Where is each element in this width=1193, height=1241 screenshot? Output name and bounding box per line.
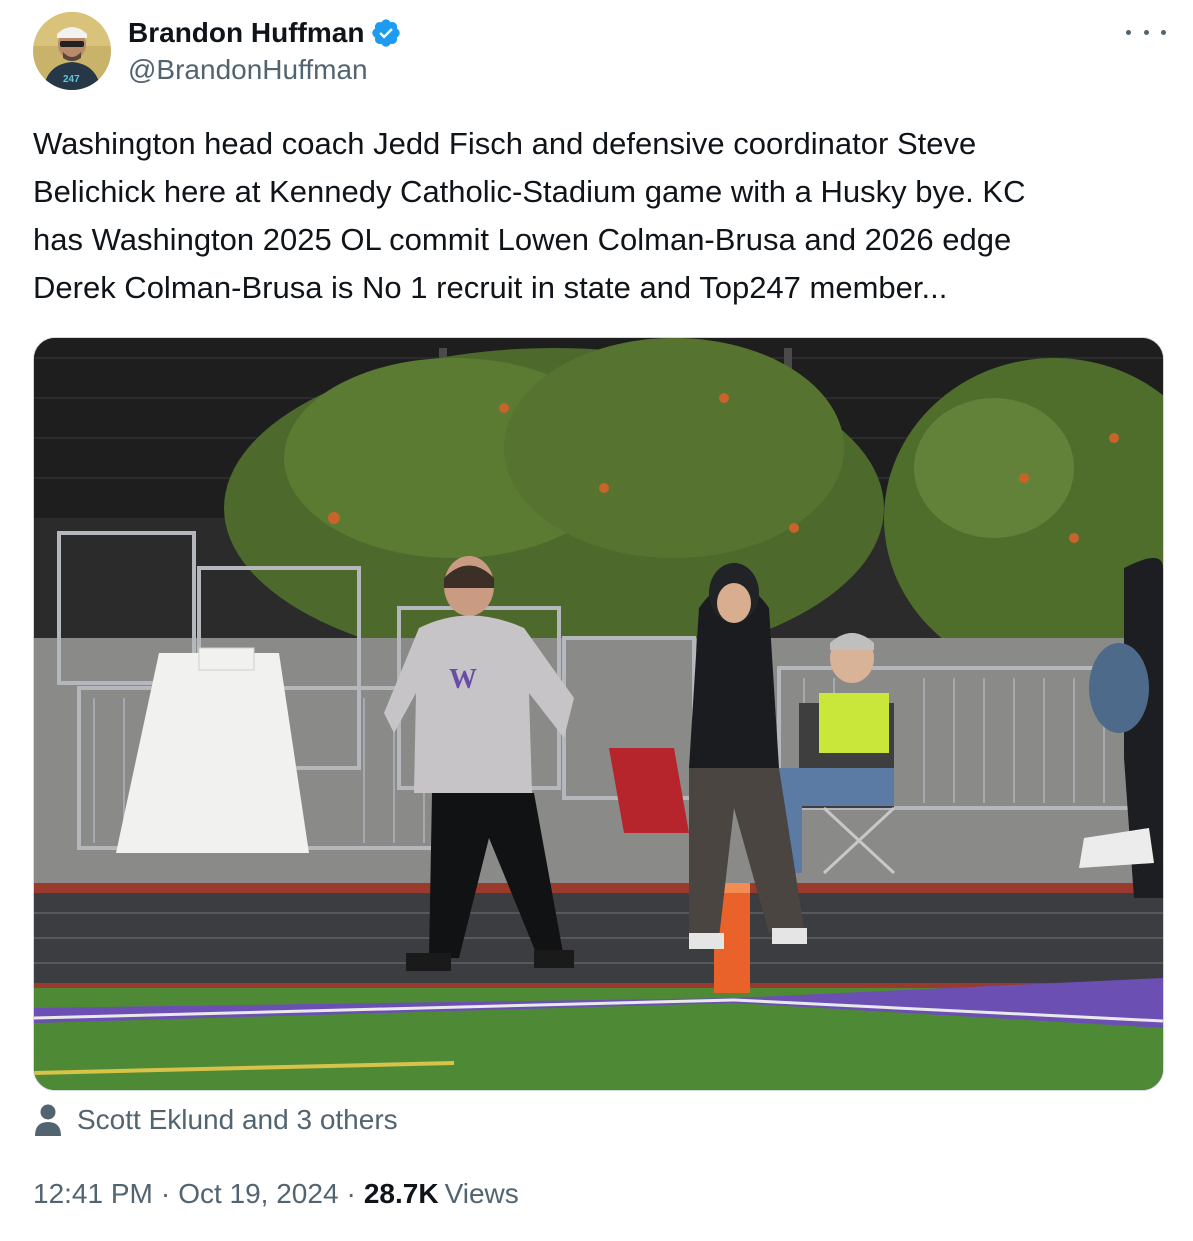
author-handle[interactable]: @BrandonHuffman [128, 54, 368, 86]
avatar-shirt-text: 247 [63, 74, 80, 85]
more-dots-icon[interactable] [1126, 20, 1166, 44]
tweet-date[interactable]: Oct 19, 2024 [178, 1178, 338, 1210]
tweet: 247 Brandon Huffman @BrandonHuffman Wash… [0, 0, 1193, 1241]
person-icon [33, 1103, 63, 1137]
views-count: 28.7K [363, 1178, 439, 1209]
tweet-meta: 12:41 PM · Oct 19, 2024 · 28.7K Views [33, 1172, 519, 1216]
meta-separator: · [160, 1178, 171, 1209]
verified-badge-icon [370, 17, 402, 49]
tweet-time[interactable]: 12:41 PM [33, 1178, 153, 1210]
tagged-people-text: Scott Eklund and 3 others [77, 1104, 398, 1135]
tweet-text: Washington head coach Jedd Fisch and def… [33, 126, 1026, 305]
author-avatar[interactable]: 247 [33, 12, 111, 90]
author-name[interactable]: Brandon Huffman [128, 17, 364, 49]
meta-separator: · [346, 1178, 356, 1209]
author-name-row: Brandon Huffman [128, 14, 402, 52]
hoodie-letter: W [449, 664, 477, 695]
tweet-photo[interactable]: W [33, 337, 1164, 1091]
tagged-people[interactable]: Scott Eklund and 3 others [33, 1100, 398, 1140]
views-label: Views [444, 1178, 519, 1209]
